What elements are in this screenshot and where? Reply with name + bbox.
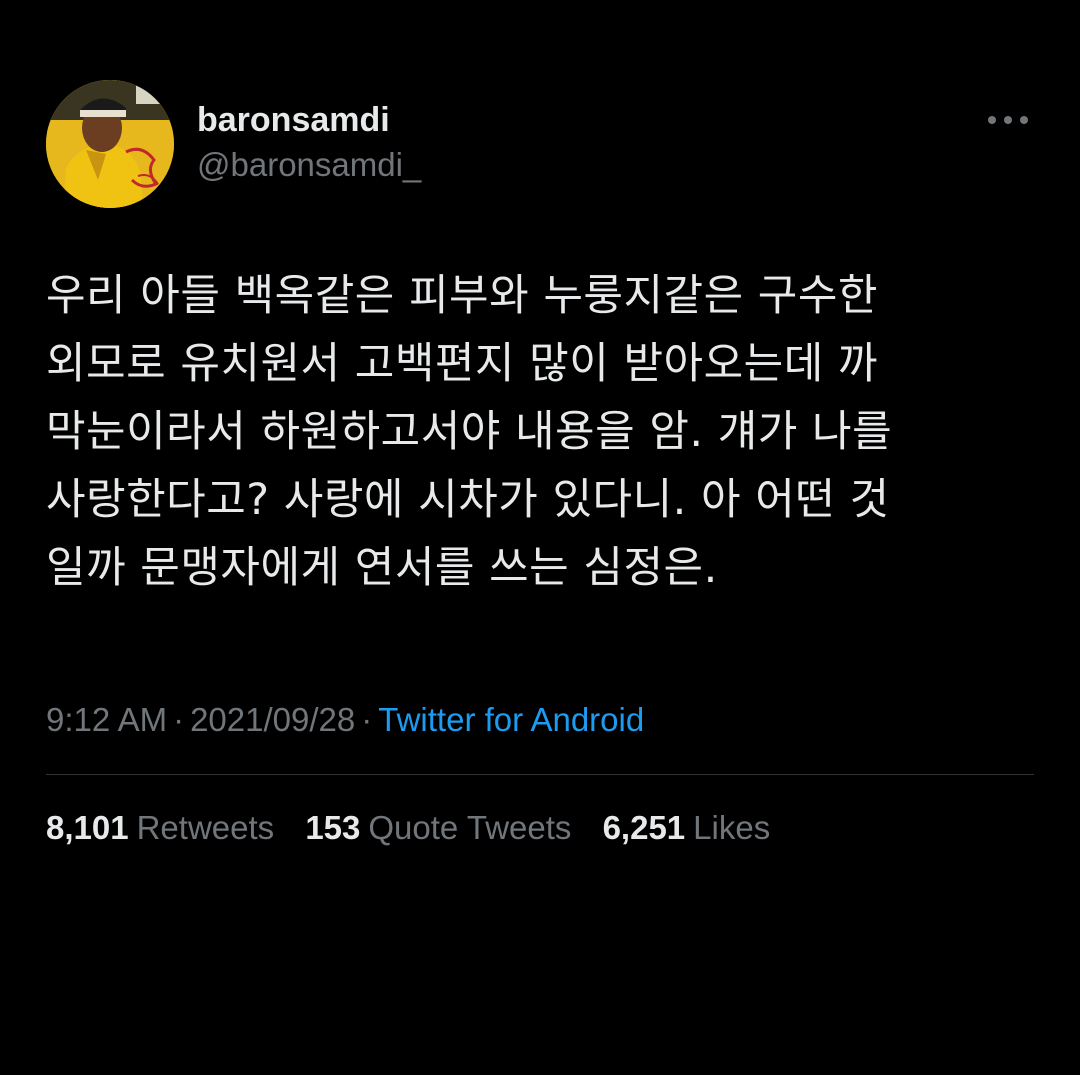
retweets-stat[interactable]: 8,101 Retweets bbox=[46, 809, 274, 846]
quote-tweets-count: 153 bbox=[305, 809, 361, 846]
tweet-source-link[interactable]: Twitter for Android bbox=[378, 701, 644, 738]
likes-stat[interactable]: 6,251 Likes bbox=[603, 809, 771, 846]
quote-tweets-stat[interactable]: 153 Quote Tweets bbox=[305, 809, 571, 846]
retweets-label: Retweets bbox=[136, 809, 275, 846]
user-handle[interactable]: @baronsamdi_ bbox=[197, 143, 421, 187]
tweet-time[interactable]: 9:12 AM bbox=[46, 701, 167, 738]
avatar[interactable] bbox=[46, 80, 174, 208]
likes-count: 6,251 bbox=[602, 809, 686, 846]
divider bbox=[46, 774, 1034, 775]
tweet-date[interactable]: 2021/09/28 bbox=[190, 701, 355, 738]
meta-separator: · bbox=[361, 701, 373, 738]
meta-separator: · bbox=[173, 701, 185, 738]
more-options-button[interactable] bbox=[980, 100, 1036, 140]
quote-tweets-label: Quote Tweets bbox=[368, 809, 572, 846]
tweet-detail: baronsamdi @baronsamdi_ 우리 아들 백옥같은 피부와 누… bbox=[0, 0, 1080, 1075]
likes-label: Likes bbox=[693, 809, 771, 846]
avatar-image bbox=[46, 80, 174, 208]
tweet-stats: 8,101 Retweets 153 Quote Tweets 6,251 Likes bbox=[46, 808, 792, 848]
tweet-text: 우리 아들 백옥같은 피부와 누룽지같은 구수한 외모로 유치원서 고백편지 많… bbox=[46, 271, 893, 593]
tweet-meta: 9:12 AM · 2021/09/28 · Twitter for Android bbox=[46, 700, 644, 740]
retweets-count: 8,101 bbox=[46, 809, 129, 846]
display-name[interactable]: baronsamdi bbox=[197, 98, 390, 142]
more-horizontal-icon bbox=[988, 116, 1028, 124]
